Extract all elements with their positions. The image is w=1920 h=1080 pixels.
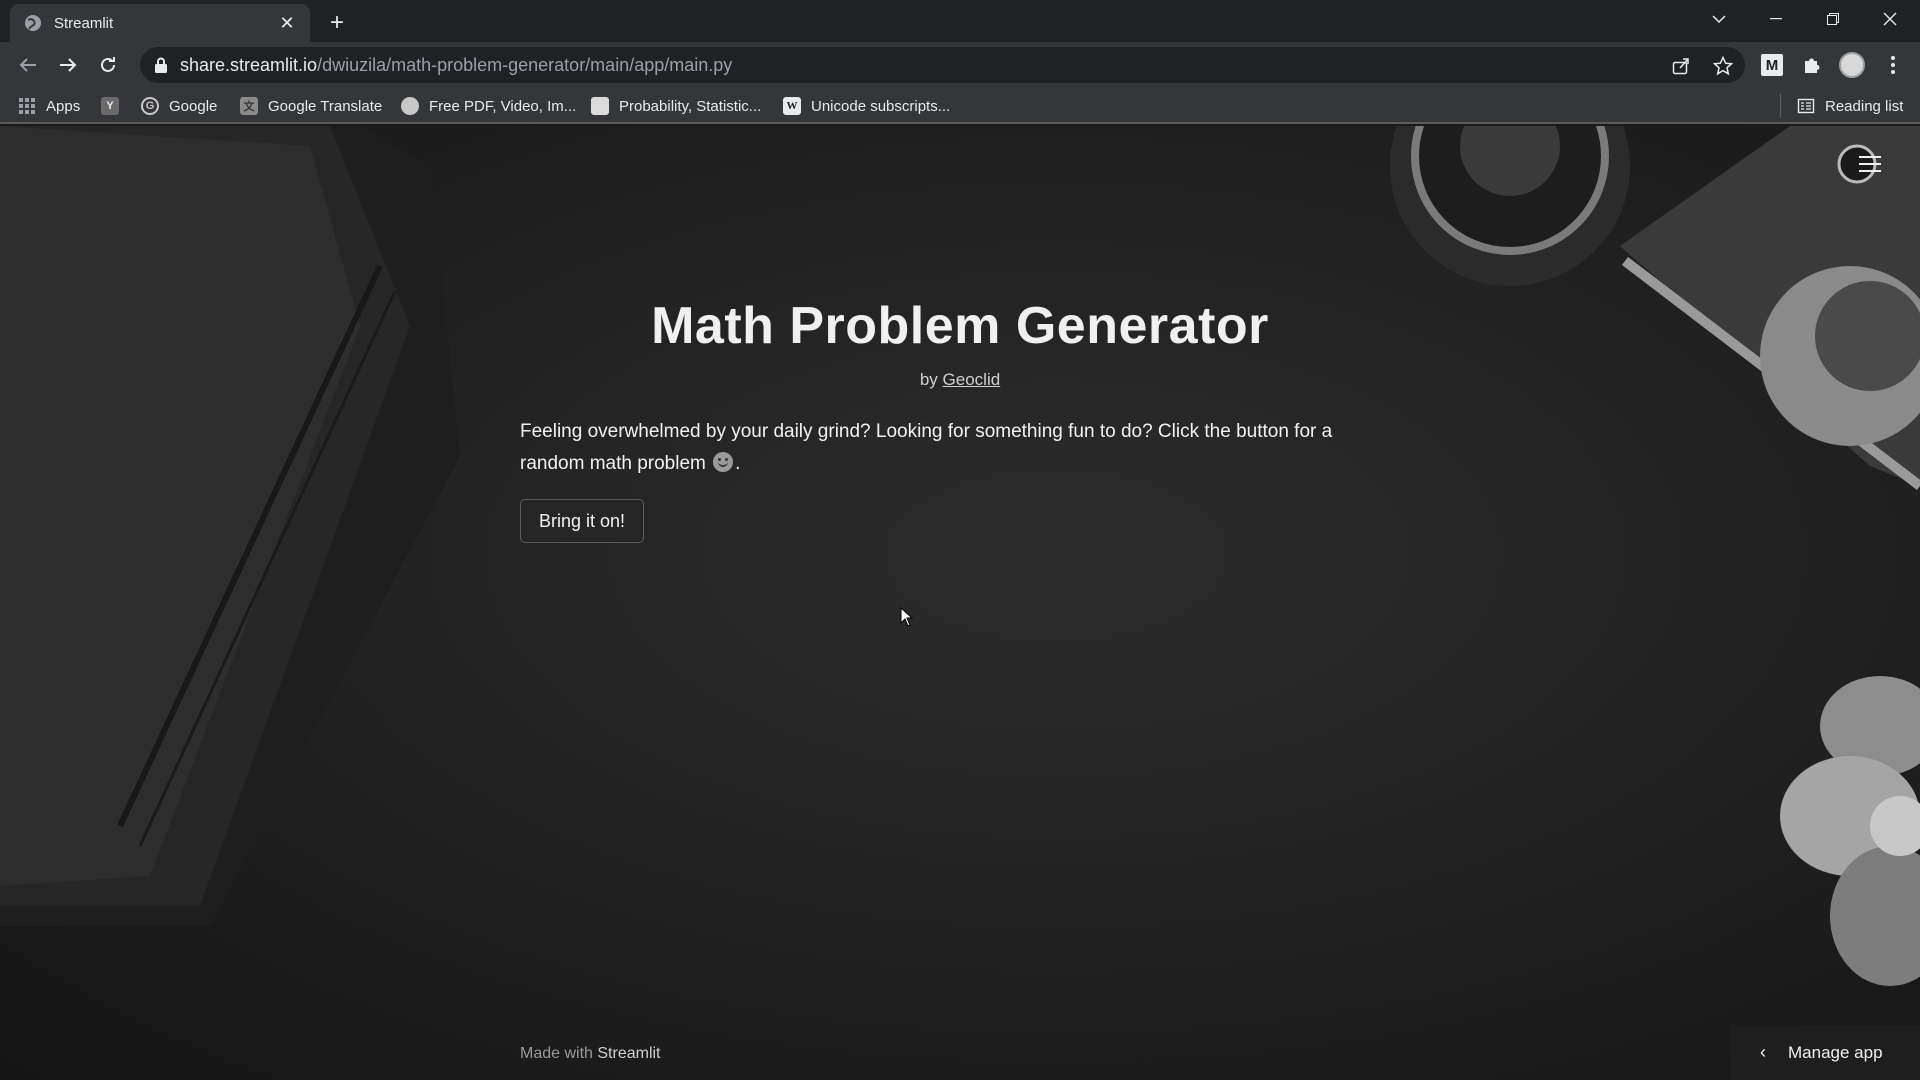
tab-strip: Streamlit ✕ + — [0, 0, 1920, 42]
bookmark-probability[interactable]: Probability, Statistic... — [591, 95, 761, 117]
bookmark-free-pdf[interactable]: Free PDF, Video, Im... — [401, 95, 576, 117]
reading-list-icon — [1797, 98, 1815, 114]
bookmark-google-translate[interactable]: 文 Google Translate — [240, 95, 382, 117]
bookmark-label: Free PDF, Video, Im... — [429, 97, 577, 115]
manage-app-button[interactable]: ‹ Manage app — [1730, 1025, 1920, 1080]
bookmarks-divider — [1780, 94, 1781, 118]
globe-icon — [25, 15, 41, 31]
browser-menu-icon[interactable] — [1880, 52, 1906, 78]
byline: by Geoclid — [520, 370, 1400, 390]
extensions-puzzle-icon[interactable] — [1799, 52, 1825, 78]
camera-background-image — [1390, 126, 1920, 490]
bookmark-label: Probability, Statistic... — [619, 97, 762, 115]
apps-grid-icon — [19, 98, 35, 114]
bookmark-label: Apps — [46, 97, 81, 115]
page-title: Math Problem Generator — [651, 297, 1269, 355]
close-tab-icon[interactable]: ✕ — [276, 12, 298, 34]
lock-icon — [155, 57, 167, 73]
description-end: . — [735, 453, 741, 474]
bookmark-label: Google Translate — [268, 97, 383, 115]
bring-it-on-button[interactable]: Bring it on! — [520, 499, 644, 543]
bookmark-label: Google — [169, 97, 218, 115]
footer-made-with: Made with — [520, 1045, 593, 1062]
bookmark-star-icon[interactable] — [1712, 55, 1734, 77]
bookmark-y-icon: Y — [101, 97, 119, 115]
notebook-background-image — [0, 126, 460, 926]
back-button[interactable] — [12, 49, 44, 81]
wikipedia-icon: W — [783, 97, 801, 115]
globe-icon — [401, 97, 419, 115]
bookmarks-bar: Apps Y G Google 文 Google Translate Free … — [0, 88, 1920, 124]
chevron-left-icon: ‹ — [1760, 1042, 1766, 1062]
google-icon: G — [141, 97, 159, 115]
footer: Made with Streamlit — [520, 1045, 661, 1063]
page-icon — [591, 97, 609, 115]
tab-active[interactable]: Streamlit ✕ — [10, 4, 310, 42]
close-window-button[interactable] — [1867, 0, 1913, 38]
app-page: Math Problem Generator by Geoclid Feelin… — [0, 126, 1920, 1080]
url-host: share.streamlit.io — [180, 54, 318, 75]
translate-icon: 文 — [240, 97, 258, 115]
bookmark-apps[interactable]: Apps — [18, 95, 80, 117]
new-tab-button[interactable]: + — [323, 9, 351, 37]
footer-streamlit-link[interactable]: Streamlit — [597, 1045, 660, 1062]
reading-list-button[interactable]: Reading list — [1797, 95, 1903, 117]
reload-button[interactable] — [92, 49, 124, 81]
mouse-cursor-icon — [900, 607, 914, 627]
description: Feeling overwhelmed by your daily grind?… — [520, 416, 1400, 480]
url-path: /dwiuzila/math-problem-generator/main/ap… — [317, 54, 733, 75]
minimize-button[interactable] — [1753, 0, 1799, 38]
share-icon[interactable] — [1670, 55, 1692, 77]
forward-button[interactable] — [52, 49, 84, 81]
hamburger-menu-icon[interactable] — [1857, 154, 1883, 174]
extension-m-icon[interactable]: M — [1759, 52, 1785, 78]
tab-search-icon[interactable] — [1696, 0, 1742, 38]
bookmark-label: Unicode subscripts... — [811, 97, 951, 115]
browser-toolbar: share.streamlit.io/dwiuzila/math-problem… — [0, 42, 1920, 88]
manage-app-label: Manage app — [1788, 1042, 1883, 1062]
tab-title: Streamlit — [54, 14, 114, 32]
slightly-smiling-face-icon — [713, 452, 734, 472]
profile-avatar-icon[interactable] — [1839, 52, 1865, 78]
address-bar[interactable]: share.streamlit.io/dwiuzila/math-problem… — [140, 47, 1745, 83]
bookmark-unicode[interactable]: W Unicode subscripts... — [783, 95, 950, 117]
author-link[interactable]: Geoclid — [943, 370, 1001, 389]
restore-button[interactable] — [1810, 0, 1856, 38]
bookmark-google[interactable]: G Google — [141, 95, 217, 117]
bookmark-y[interactable]: Y — [101, 95, 129, 117]
description-text: Feeling overwhelmed by your daily grind?… — [520, 421, 1333, 474]
reading-list-label: Reading list — [1825, 97, 1904, 115]
byline-prefix: by — [919, 370, 938, 389]
plant-background-image — [1780, 676, 1920, 986]
